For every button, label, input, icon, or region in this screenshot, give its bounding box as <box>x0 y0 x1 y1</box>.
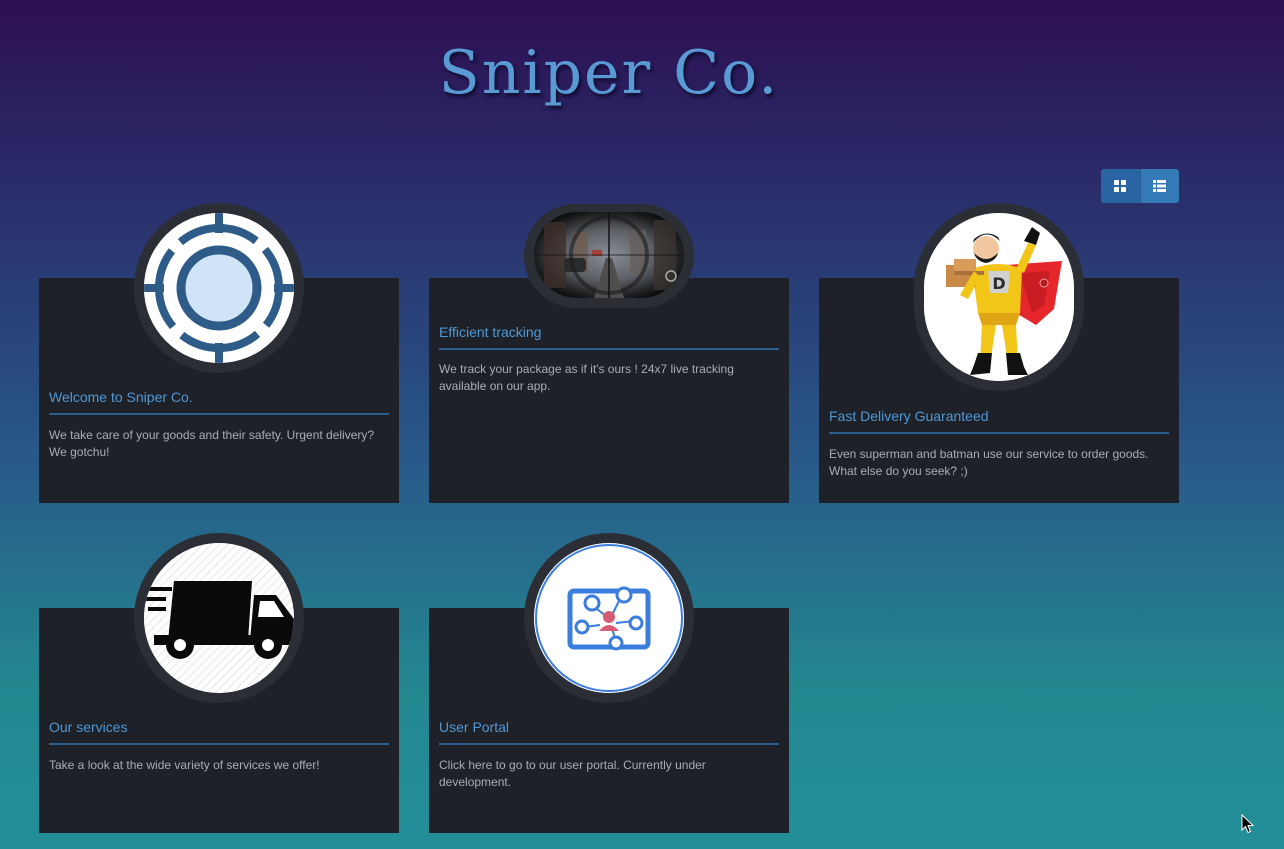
card-title: User Portal <box>439 719 779 745</box>
view-toggle <box>1101 169 1179 203</box>
scope-view-image <box>534 212 684 298</box>
card-text: We take care of your goods and their saf… <box>49 428 375 459</box>
delivery-truck-icon <box>144 543 294 693</box>
card-title: Our services <box>49 719 389 745</box>
card-fast-delivery-avatar: D <box>914 203 1084 391</box>
th-list-icon <box>1153 180 1167 192</box>
card-text: Click here to go to our user portal. Cur… <box>439 758 706 789</box>
svg-text:D: D <box>992 274 1005 293</box>
site-title: Sniper Co. <box>438 38 780 108</box>
crosshair-icon <box>144 213 294 363</box>
grid-view-button[interactable] <box>1101 169 1140 203</box>
card-text: Even superman and batman use our service… <box>829 447 1149 478</box>
superhero-delivery-image: D <box>924 213 1074 381</box>
card-text: Take a look at the wide variety of servi… <box>49 758 320 772</box>
card-services-avatar <box>134 533 304 703</box>
user-portal-icon <box>534 543 684 693</box>
card-tracking[interactable]: Efficient tracking We track your package… <box>429 278 789 503</box>
card-text: We track your package as if it's ours ! … <box>439 362 734 393</box>
th-large-icon <box>1114 180 1127 192</box>
card-welcome-avatar <box>134 203 304 373</box>
mouse-cursor-icon <box>1241 814 1255 834</box>
card-tracking-avatar <box>524 204 694 308</box>
card-title: Welcome to Sniper Co. <box>49 389 389 415</box>
list-view-button[interactable] <box>1139 169 1179 203</box>
card-user-portal-avatar <box>524 533 694 703</box>
card-title: Fast Delivery Guaranteed <box>829 408 1169 434</box>
card-title: Efficient tracking <box>439 324 779 350</box>
